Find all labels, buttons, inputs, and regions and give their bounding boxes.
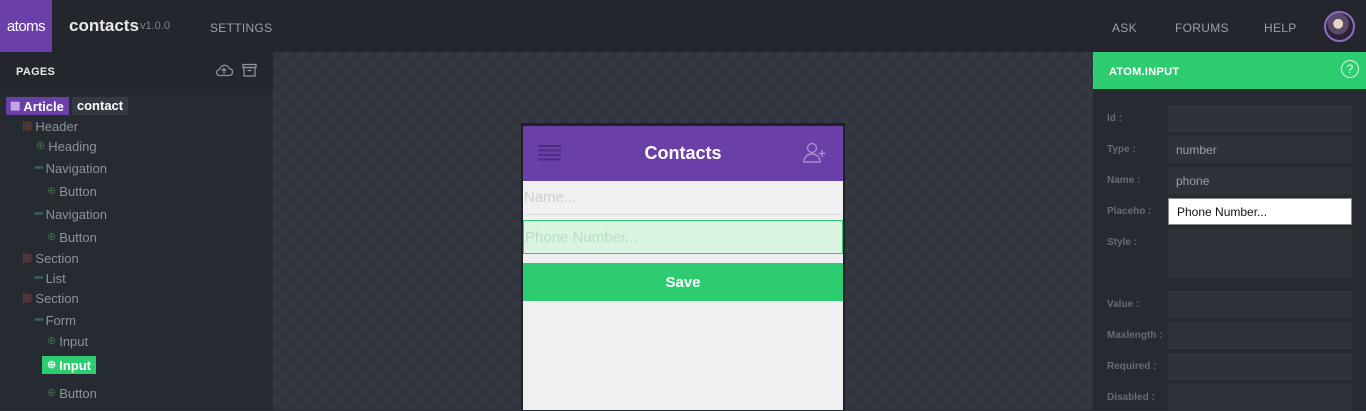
plus-circle-icon: ⊕ xyxy=(47,230,57,243)
phone-title: Contacts xyxy=(644,143,722,163)
field-maxlength[interactable] xyxy=(1168,322,1352,349)
tree-label: Navigation xyxy=(45,206,107,222)
name-input[interactable] xyxy=(523,181,843,215)
tree-node-button[interactable]: ⊕ Button xyxy=(47,228,97,246)
label-maxlength: Maxlength : xyxy=(1107,330,1163,341)
phone-preview: Contacts Save xyxy=(521,123,845,410)
tree-label: Navigation xyxy=(45,160,107,176)
field-style[interactable] xyxy=(1168,229,1352,278)
plus-circle-icon: ⊕ xyxy=(47,358,57,371)
tree-node-button[interactable]: ⊕ Button xyxy=(47,182,97,200)
field-disabled[interactable] xyxy=(1168,384,1352,411)
label-required: Required : xyxy=(1107,361,1157,372)
label-value: Value : xyxy=(1107,299,1140,310)
field-name[interactable] xyxy=(1168,167,1352,194)
dots-icon: ••• xyxy=(34,207,44,220)
cloud-upload-icon[interactable] xyxy=(215,63,233,77)
field-type[interactable] xyxy=(1168,136,1352,163)
phone-screen: Contacts Save xyxy=(523,126,843,410)
tree-label: Section xyxy=(35,290,79,306)
label-id: Id : xyxy=(1107,113,1122,124)
tree-node-navigation[interactable]: ••• Navigation xyxy=(34,159,107,177)
nav-help[interactable]: HELP xyxy=(1264,21,1297,35)
grid-icon: ▦ xyxy=(22,251,33,264)
tree-label: Form xyxy=(45,312,76,328)
tree-label: Button xyxy=(59,183,97,199)
dots-icon: ••• xyxy=(34,271,44,284)
nav-settings[interactable]: SETTINGS xyxy=(210,21,272,35)
label-type: Type : xyxy=(1107,144,1136,155)
plus-circle-icon: ⊕ xyxy=(36,139,46,152)
tree-label: List xyxy=(45,270,66,286)
tree-node-section[interactable]: ▦ Section xyxy=(22,249,79,267)
field-required[interactable] xyxy=(1168,353,1352,380)
tree-label: Input xyxy=(59,357,91,373)
pages-title: PAGES xyxy=(16,66,56,78)
user-avatar[interactable] xyxy=(1324,11,1355,42)
tree-node-input-selected[interactable]: ⊕ Input xyxy=(42,356,96,374)
field-placeholder[interactable] xyxy=(1168,198,1352,225)
tree-label: Header xyxy=(35,118,79,134)
panel-header: ATOM.INPUT ? xyxy=(1093,52,1366,89)
plus-circle-icon: ⊕ xyxy=(47,334,57,347)
tree-label-contact[interactable]: contact xyxy=(71,97,129,115)
grid-icon: ▦ xyxy=(22,119,33,132)
article-tag: ▦ Article xyxy=(6,97,69,115)
phone-number-input[interactable] xyxy=(523,220,843,254)
dots-icon: ••• xyxy=(34,161,44,174)
label-disabled: Disabled : xyxy=(1107,392,1155,403)
field-value[interactable] xyxy=(1168,291,1352,318)
plus-circle-icon: ⊕ xyxy=(47,386,57,399)
app-version: v1.0.0 xyxy=(140,20,170,32)
tree-label: Section xyxy=(35,250,79,266)
sidebar-header: PAGES xyxy=(0,52,273,89)
label-name: Name : xyxy=(1107,175,1141,186)
top-bar: atoms contacts v1.0.0 SETTINGS ASK FORUM… xyxy=(0,0,1366,52)
label-style: Style : xyxy=(1107,237,1138,248)
tree-node-article[interactable]: ▦ Article contact xyxy=(6,97,129,115)
app-title: contacts xyxy=(69,16,139,35)
tree-node-section[interactable]: ▦ Section xyxy=(22,289,79,307)
help-icon[interactable]: ? xyxy=(1341,60,1359,78)
tree-label: Button xyxy=(59,229,97,245)
label-placeholder: Placeho : xyxy=(1107,206,1152,217)
tree-node-button[interactable]: ⊕ Button xyxy=(47,384,97,402)
tree-label: Button xyxy=(59,385,97,401)
atoms-logo[interactable]: atoms xyxy=(0,0,52,52)
tree-node-list[interactable]: ••• List xyxy=(34,269,66,287)
grid-icon: ▦ xyxy=(10,99,21,112)
field-id[interactable] xyxy=(1168,105,1352,132)
dots-icon: ••• xyxy=(34,313,44,326)
panel-title: ATOM.INPUT xyxy=(1109,66,1180,78)
design-canvas[interactable]: Contacts Save xyxy=(273,52,1093,410)
archive-icon[interactable] xyxy=(242,63,257,77)
tree-node-header[interactable]: ▦ Header xyxy=(22,117,78,135)
tree-label: Heading xyxy=(48,138,97,154)
add-user-icon[interactable] xyxy=(803,142,827,163)
save-button[interactable]: Save xyxy=(523,263,843,301)
nav-forums[interactable]: FORUMS xyxy=(1175,21,1229,35)
phone-header: Contacts xyxy=(523,126,843,181)
properties-panel: ATOM.INPUT ? Id : Type : Name : Placeho … xyxy=(1093,52,1366,411)
tree-node-input[interactable]: ⊕ Input xyxy=(47,332,88,350)
grid-icon: ▦ xyxy=(22,291,33,304)
tree-node-form[interactable]: ••• Form xyxy=(34,311,76,329)
plus-circle-icon: ⊕ xyxy=(47,184,57,197)
tree-label-article: Article xyxy=(23,98,64,114)
tree-node-navigation[interactable]: ••• Navigation xyxy=(34,205,107,223)
tree-label: Input xyxy=(59,333,89,349)
nav-ask[interactable]: ASK xyxy=(1112,21,1137,35)
tree-node-heading[interactable]: ⊕ Heading xyxy=(36,137,97,155)
